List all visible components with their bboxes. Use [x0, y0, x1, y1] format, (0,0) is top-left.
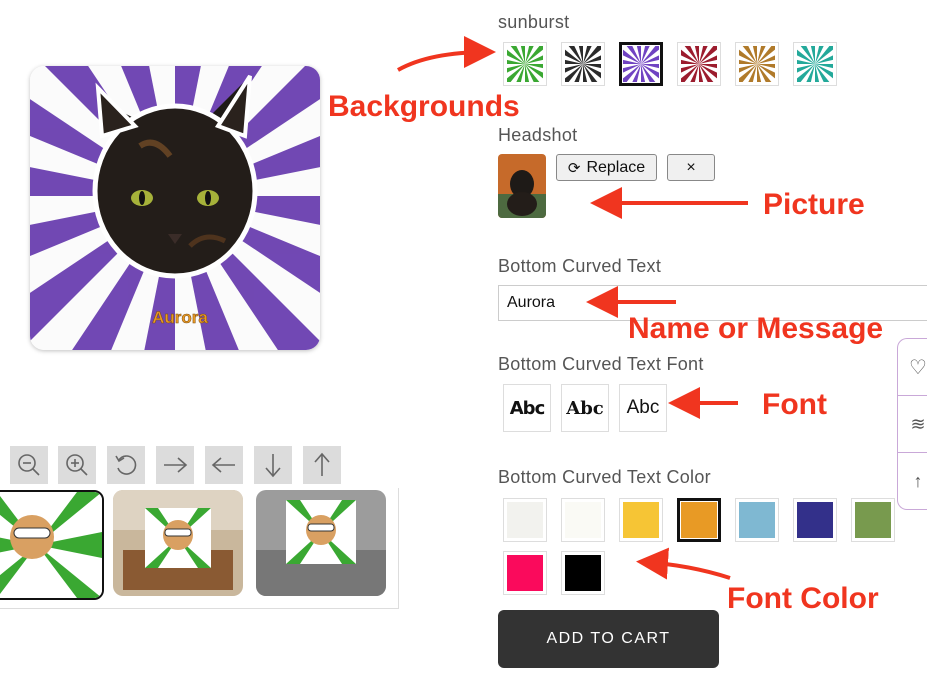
- annotation-font: Font: [762, 388, 827, 421]
- annotation-picture: Picture: [763, 188, 865, 221]
- annotation-backgrounds: Backgrounds: [328, 90, 520, 123]
- arrow-backgrounds: [397, 36, 496, 72]
- annotation-font-color: Font Color: [727, 582, 879, 615]
- arrow-font-color: [636, 547, 731, 580]
- annotation-name: Name or Message: [628, 312, 884, 345]
